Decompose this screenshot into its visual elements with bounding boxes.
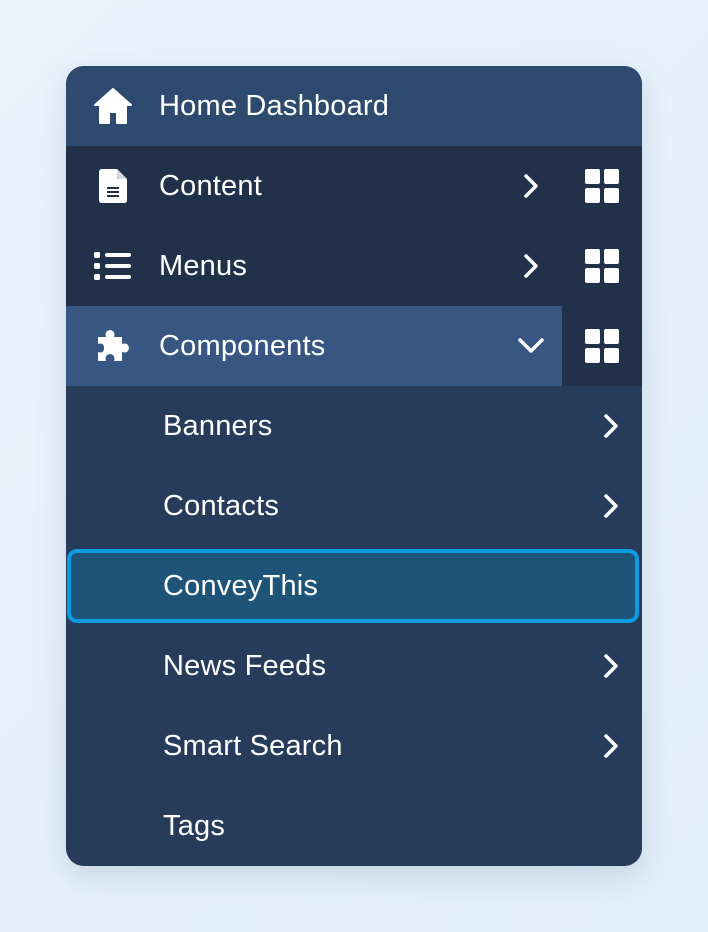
chevron-right-icon[interactable]	[580, 466, 642, 546]
selected-highlight	[67, 549, 639, 623]
menu-item-components[interactable]: Components	[66, 306, 642, 386]
submenu-item-label: Tags	[163, 809, 226, 842]
puzzle-icon	[66, 306, 159, 386]
submenu-item-banners[interactable]: Banners	[66, 386, 642, 466]
list-icon	[66, 226, 159, 306]
submenu-item-label: News Feeds	[163, 649, 327, 682]
submenu-item-tags[interactable]: Tags	[66, 786, 642, 866]
submenu-item-label: Smart Search	[163, 729, 343, 762]
chevron-right-icon[interactable]	[506, 146, 556, 226]
menu-item-home-dashboard[interactable]: Home Dashboard	[66, 66, 642, 146]
submenu-item-news-feeds[interactable]: News Feeds	[66, 626, 642, 706]
side-menu: Home Dashboard Content Menus Components …	[66, 66, 642, 866]
menu-item-label: Menus	[159, 249, 248, 282]
submenu-item-smart-search[interactable]: Smart Search	[66, 706, 642, 786]
chevron-right-icon[interactable]	[580, 626, 642, 706]
menu-item-content[interactable]: Content	[66, 146, 642, 226]
submenu-item-label: Banners	[163, 409, 273, 442]
submenu-item-label: Contacts	[163, 489, 280, 522]
menu-item-label: Content	[159, 169, 262, 202]
chevron-right-icon[interactable]	[580, 386, 642, 466]
dashboard-grid-icon[interactable]	[562, 226, 642, 306]
chevron-right-icon[interactable]	[506, 226, 556, 306]
home-icon	[66, 66, 159, 146]
file-icon	[66, 146, 159, 226]
submenu-item-conveythis[interactable]: ConveyThis	[66, 546, 642, 626]
submenu-item-label: ConveyThis	[163, 569, 319, 602]
menu-item-menus[interactable]: Menus	[66, 226, 642, 306]
menu-item-label: Home Dashboard	[159, 89, 390, 122]
chevron-right-icon[interactable]	[580, 706, 642, 786]
dashboard-grid-icon[interactable]	[562, 146, 642, 226]
menu-item-label: Components	[159, 329, 326, 362]
dashboard-grid-icon[interactable]	[562, 306, 642, 386]
submenu-item-contacts[interactable]: Contacts	[66, 466, 642, 546]
chevron-down-icon[interactable]	[506, 306, 556, 386]
